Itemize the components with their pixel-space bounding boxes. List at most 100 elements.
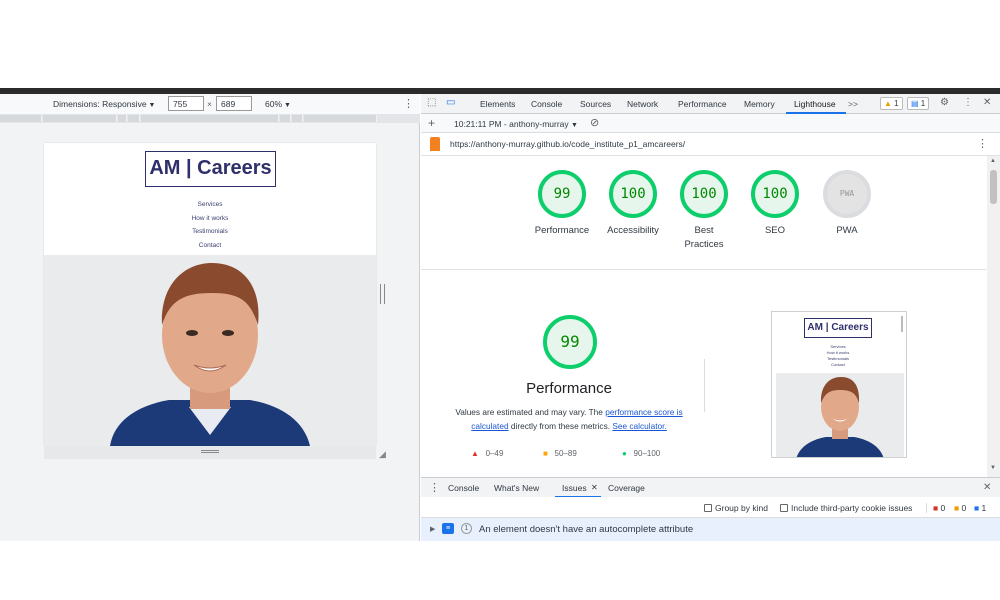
- thumb-nav-item: Testimonials: [826, 356, 849, 361]
- expand-arrow-icon[interactable]: ▶: [430, 525, 435, 533]
- report-scrollbar[interactable]: ▲ ▼: [987, 156, 1000, 477]
- count-label: 0: [940, 503, 946, 513]
- warning-icon: ■: [954, 503, 960, 513]
- more-tabs-icon[interactable]: >>: [848, 99, 858, 109]
- thumb-portrait: [776, 373, 904, 457]
- drawer-tab-console[interactable]: Console: [448, 483, 479, 493]
- tab-elements[interactable]: Elements: [480, 99, 515, 109]
- nav-services[interactable]: Services: [44, 198, 376, 212]
- close-tab-icon[interactable]: ✕: [591, 483, 598, 492]
- drawer-menu-icon[interactable]: ⋮: [429, 481, 440, 494]
- circle-icon: ●: [622, 449, 627, 458]
- drawer-tabbar: ⋮ Console What's New Issues ✕ Coverage ✕: [421, 477, 1000, 498]
- drawer-tab-coverage[interactable]: Coverage: [608, 483, 645, 493]
- thumb-logo: AM | Careers: [804, 318, 872, 338]
- drawer-tab-whats-new[interactable]: What's New: [494, 483, 539, 493]
- dimensions-dropdown[interactable]: Dimensions: Responsive ▼: [53, 99, 155, 109]
- warnings-badge[interactable]: ▲ 1: [880, 97, 903, 110]
- tab-network[interactable]: Network: [627, 99, 658, 109]
- gauge-seo[interactable]: 100 SEO: [740, 170, 810, 238]
- resize-handle-right[interactable]: [380, 284, 385, 304]
- count-label: 1: [981, 503, 987, 513]
- more-options-icon[interactable]: ⋮: [403, 97, 414, 110]
- more-options-icon[interactable]: ⋮: [977, 137, 988, 150]
- zoom-label: 60%: [265, 99, 283, 109]
- legend-label: 0–49: [485, 449, 504, 458]
- gauge-pwa[interactable]: PWA PWA: [812, 170, 882, 238]
- gauge-label: Best Practices: [684, 225, 724, 250]
- scroll-down-icon[interactable]: ▼: [990, 465, 996, 471]
- tab-memory[interactable]: Memory: [744, 99, 775, 109]
- legend-label: 90–100: [633, 449, 661, 458]
- thumb-nav-item: Services: [830, 344, 846, 349]
- url-bar: https://anthony-murray.github.io/code_in…: [421, 133, 1000, 156]
- group-by-kind-checkbox[interactable]: Group by kind: [704, 503, 768, 513]
- clear-icon[interactable]: ⊘: [590, 116, 599, 129]
- issue-count-badge: 1: [461, 523, 472, 534]
- checkbox-label: Include third-party cookie issues: [791, 503, 913, 513]
- width-input[interactable]: 755: [168, 96, 204, 111]
- tab-sources[interactable]: Sources: [580, 99, 611, 109]
- inspect-element-icon[interactable]: ⬚: [427, 97, 436, 108]
- message-icon: ▤: [911, 99, 919, 108]
- report-label: 10:21:11 PM - anthony-murray: [454, 119, 569, 129]
- plus-icon[interactable]: +: [428, 116, 435, 130]
- zoom-dropdown[interactable]: 60% ▼: [265, 99, 291, 109]
- site-logo[interactable]: AM | Careers: [145, 151, 276, 187]
- height-input[interactable]: 689: [216, 96, 252, 111]
- warning-count: ■ 0: [954, 503, 966, 513]
- nav-how-it-works[interactable]: How it works: [44, 212, 376, 226]
- warnings-count: 1: [894, 99, 899, 108]
- settings-gear-icon[interactable]: ⚙: [940, 97, 949, 108]
- performance-section: 99 Performance Values are estimated and …: [421, 271, 986, 477]
- nav-testimonials[interactable]: Testimonials: [44, 225, 376, 239]
- performance-score-ring: 99: [543, 315, 597, 369]
- site-nav: Services How it works Testimonials Conta…: [44, 198, 376, 252]
- legend-average: ■ 50–89: [543, 449, 577, 458]
- tab-lighthouse[interactable]: Lighthouse: [794, 99, 836, 109]
- drawer-tab-issues[interactable]: Issues: [562, 483, 587, 493]
- media-query-bar[interactable]: [0, 114, 420, 123]
- issue-row[interactable]: ▶ ≡ 1 An element doesn't have an autocom…: [421, 518, 1000, 541]
- devtools-tabbar: ⬚ ▭ Elements Console Sources Network Per…: [421, 94, 1000, 114]
- score-ring: 100: [680, 170, 728, 218]
- gauge-label: SEO: [764, 225, 786, 236]
- final-screenshot-thumbnail[interactable]: AM | Careers Services How it works Testi…: [771, 311, 907, 458]
- tab-performance[interactable]: Performance: [678, 99, 727, 109]
- see-calculator-link[interactable]: See calculator.: [612, 421, 666, 431]
- resize-handle-bottom[interactable]: [44, 446, 376, 459]
- score-gauges: 99 Performance 100 Accessibility 100 Bes…: [421, 156, 986, 270]
- performance-title: Performance: [526, 380, 612, 397]
- info-count: ■ 1: [974, 503, 986, 513]
- dimensions-label: Dimensions: Responsive: [53, 99, 147, 109]
- desc-text: Values are estimated and may vary. The: [455, 407, 606, 417]
- performance-description: Values are estimated and may vary. The p…: [449, 405, 689, 433]
- resize-corner-icon[interactable]: ◢: [379, 449, 386, 460]
- close-icon[interactable]: ✕: [983, 97, 991, 108]
- caret-down-icon: ▼: [571, 122, 578, 129]
- nav-contact[interactable]: Contact: [44, 239, 376, 253]
- tab-console[interactable]: Console: [531, 99, 562, 109]
- devtools-pane: ⬚ ▭ Elements Console Sources Network Per…: [421, 94, 1000, 541]
- thumb-nav-item: How it works: [826, 350, 850, 355]
- more-options-icon[interactable]: ⋮: [963, 97, 973, 108]
- device-toggle-icon[interactable]: ▭: [446, 97, 455, 108]
- checkbox-icon: [704, 504, 712, 512]
- device-toolbar: Dimensions: Responsive ▼ 755 × 689 60% ▼ ⋮: [0, 94, 420, 114]
- messages-badge[interactable]: ▤ 1: [907, 97, 930, 110]
- gauge-accessibility[interactable]: 100 Accessibility: [598, 170, 668, 238]
- scroll-up-icon[interactable]: ▲: [990, 158, 996, 164]
- scrollbar-thumb[interactable]: [990, 170, 997, 204]
- gauge-performance[interactable]: 99 Performance: [527, 170, 597, 238]
- warning-icon: ▲: [884, 99, 892, 108]
- caret-down-icon: ▼: [148, 102, 156, 109]
- close-drawer-icon[interactable]: ✕: [983, 482, 991, 493]
- third-party-checkbox[interactable]: Include third-party cookie issues: [780, 503, 912, 513]
- gauge-best-practices[interactable]: 100 Best Practices: [669, 170, 739, 252]
- error-count: ■ 0: [933, 503, 945, 513]
- times-sign: ×: [207, 99, 212, 109]
- report-selector[interactable]: 10:21:11 PM - anthony-murray ▼: [454, 119, 578, 129]
- emulated-page: AM | Careers Services How it works Testi…: [44, 143, 376, 446]
- legend-pass: ● 90–100: [622, 449, 660, 458]
- report-url[interactable]: https://anthony-murray.github.io/code_in…: [450, 139, 685, 149]
